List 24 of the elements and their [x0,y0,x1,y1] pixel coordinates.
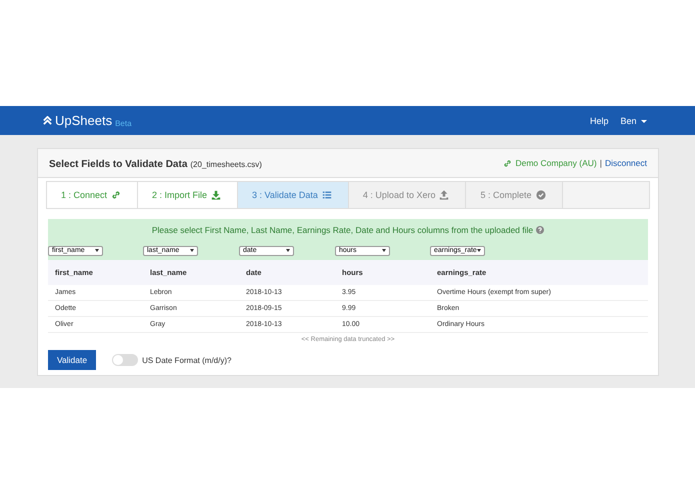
instruction-text: Please select First Name, Last Name, Earnings Rate, Date and Hours columns from the uploaded file [48,219,648,239]
list-icon [322,190,332,200]
separator: | [600,158,602,168]
toggle-label: US Date Format (m/d/y)? [142,356,232,364]
step-tab[interactable]: 3 : Validate Data [238,182,349,208]
download-icon [211,190,222,200]
beta-label: Beta [115,119,132,128]
user-menu[interactable]: Ben [620,116,647,126]
file-name: (20_timesheets.csv) [190,160,262,169]
brand-name[interactable]: UpSheets [55,113,112,128]
upload-icon [439,190,450,200]
link-icon [111,190,122,200]
company-name: Demo Company (AU) [515,158,597,168]
step-tab[interactable]: 1 : Connect [47,182,138,208]
link-icon [503,158,512,168]
card-title: Select Fields to Validate Data [49,159,188,170]
help-link[interactable]: Help [590,116,608,126]
help-icon[interactable] [536,226,544,234]
validate-button[interactable]: Validate [48,350,96,370]
disconnect-link[interactable]: Disconnect [604,158,647,168]
chevrons-up-icon [43,116,52,125]
step-tab[interactable]: 2 : Import File [138,182,238,208]
check-circle-icon [536,190,546,200]
toggle-switch[interactable] [112,354,138,366]
